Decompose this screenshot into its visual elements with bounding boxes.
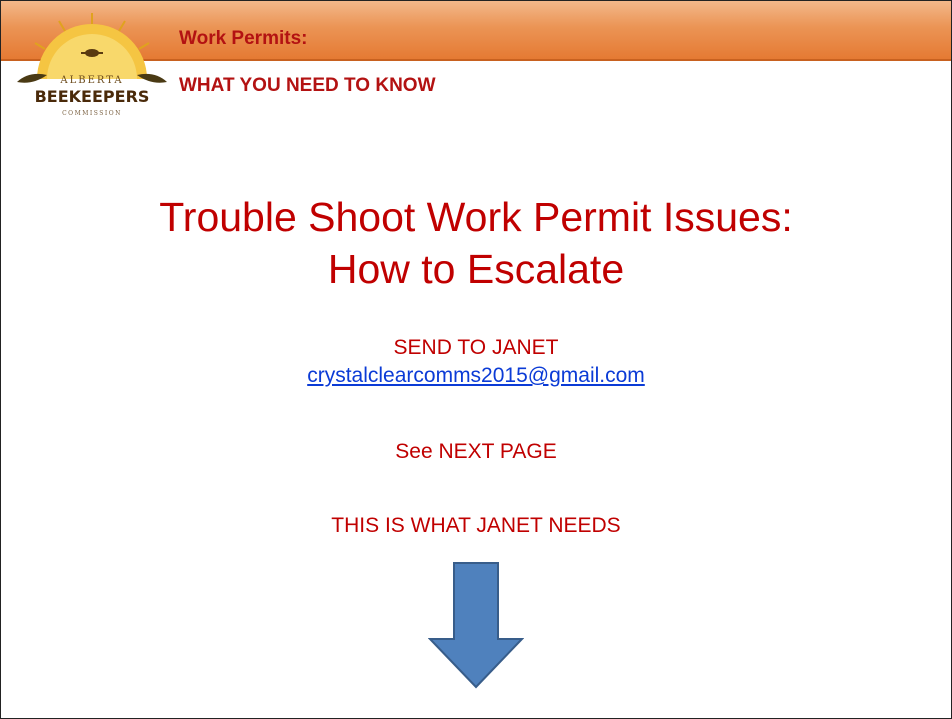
send-to-text: SEND TO JANET <box>393 336 559 359</box>
logo-text-commission: COMMISSION <box>62 110 122 117</box>
janet-needs-text: THIS IS WHAT JANET NEEDS <box>331 514 621 537</box>
email-link[interactable]: crystalclearcomms2015@gmail.com <box>307 364 645 387</box>
alberta-beekeepers-logo: ALBERTA BEEKEEPERS COMMISSION <box>17 13 167 117</box>
sun-icon <box>34 13 150 79</box>
slide-title-line2: How to Escalate <box>327 246 625 292</box>
email-line: crystalclearcomms2015@gmail.com <box>1 363 951 389</box>
header-title: Work Permits: <box>179 28 308 49</box>
slide: ALBERTA BEEKEEPERS COMMISSION Work Permi… <box>0 0 952 719</box>
down-arrow-icon <box>428 562 524 689</box>
slide-title-line1: Trouble Shoot Work Permit Issues: <box>159 194 793 240</box>
logo-text-beekeepers: BEEKEEPERS <box>35 87 150 106</box>
see-next-page-text: See NEXT PAGE <box>395 440 557 463</box>
header-subtitle: WHAT YOU NEED TO KNOW <box>179 75 436 96</box>
slide-title: Trouble Shoot Work Permit Issues: How to… <box>1 191 951 295</box>
logo-text-alberta: ALBERTA <box>59 75 123 86</box>
